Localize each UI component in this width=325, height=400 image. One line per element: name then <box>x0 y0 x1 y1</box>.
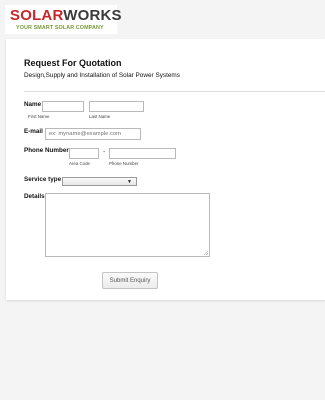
first-name-sublabel: First Name <box>28 114 50 119</box>
logo-wordmark-solar: SOLAR <box>10 7 64 24</box>
submit-enquiry-button[interactable]: Submit Enquiry <box>102 272 158 289</box>
company-logo: SOLARWORKS YOUR SMART SOLAR COMPANY <box>5 5 122 34</box>
phone-separator: - <box>103 149 106 156</box>
details-textarea[interactable] <box>45 193 210 257</box>
area-code-input[interactable] <box>69 148 99 159</box>
logo-wordmark-works: WORKS <box>63 7 122 24</box>
name-label: Name <box>24 101 42 108</box>
first-name-input[interactable] <box>42 101 84 112</box>
quotation-form: Request For Quotation Design,Supply and … <box>6 39 325 300</box>
email-label: E-mail <box>24 128 43 135</box>
area-code-sublabel: Area Code <box>69 161 90 166</box>
service-type-label: Service type <box>24 176 62 183</box>
phone-number-input[interactable] <box>109 148 176 159</box>
service-type-select[interactable]: ▼ <box>62 177 137 186</box>
form-title: Request For Quotation <box>24 58 122 68</box>
logo-tagline: YOUR SMART SOLAR COMPANY <box>16 25 104 31</box>
email-input[interactable] <box>45 128 141 140</box>
details-label: Details <box>24 193 45 200</box>
form-subtitle: Design,Supply and Installation of Solar … <box>24 72 180 79</box>
logo-wordmark: SOLARWORKS <box>10 8 122 24</box>
resize-handle-icon[interactable] <box>204 251 208 255</box>
last-name-sublabel: Last Name <box>89 114 111 119</box>
header-divider <box>24 91 325 92</box>
last-name-input[interactable] <box>89 101 144 112</box>
chevron-down-icon: ▼ <box>127 179 132 185</box>
phone-number-sublabel: Phone Number <box>109 161 139 166</box>
phone-label: Phone Number <box>24 147 69 154</box>
